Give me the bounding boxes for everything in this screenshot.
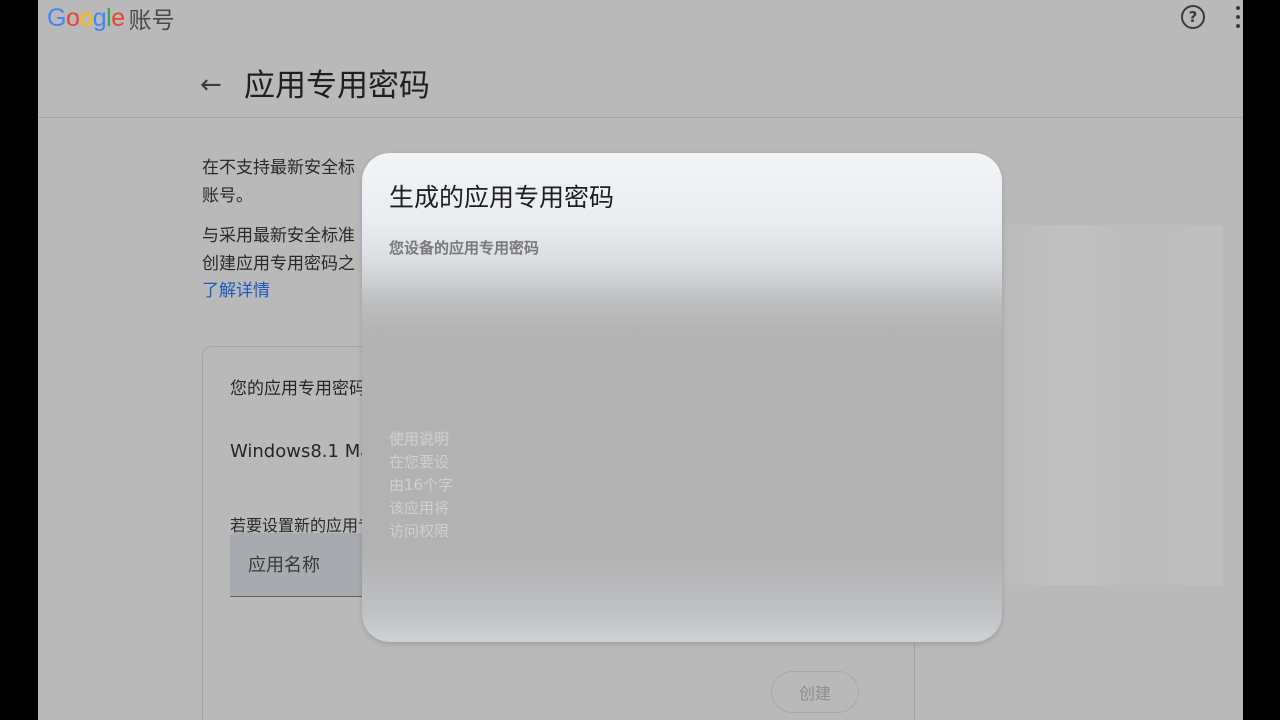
back-arrow-icon[interactable]: ← bbox=[200, 70, 222, 100]
help-icon[interactable]: ? bbox=[1181, 5, 1205, 29]
card-title: 您的应用专用密码 bbox=[230, 379, 366, 399]
app-password-entry[interactable]: Windows8.1 Mail bbox=[230, 441, 381, 462]
instruction-line: 该应用将 bbox=[389, 499, 450, 517]
dialog-subtitle: 您设备的应用专用密码 bbox=[389, 239, 540, 257]
more-options-icon[interactable] bbox=[1234, 6, 1242, 28]
instruction-line: 由16个字 bbox=[389, 476, 454, 494]
blurred-background-area bbox=[1003, 225, 1223, 585]
app-window: Google 账号 ? ← 应用专用密码 在不支持最新安全标 账号。 与采用最新… bbox=[38, 0, 1243, 720]
intro-line: 在不支持最新安全标 bbox=[202, 158, 355, 178]
dialog-title: 生成的应用专用密码 bbox=[389, 183, 615, 212]
intro-line: 创建应用专用密码之 bbox=[202, 254, 355, 274]
header-divider bbox=[38, 117, 1243, 118]
generated-password-dialog: 生成的应用专用密码 您设备的应用专用密码 使用说明 在您要设 由16个字 该应用… bbox=[362, 153, 1002, 642]
create-button[interactable]: 创建 bbox=[771, 671, 859, 713]
page-title: 应用专用密码 bbox=[244, 68, 430, 104]
account-label: 账号 bbox=[128, 8, 175, 34]
usage-instructions: 使用说明 在您要设 由16个字 该应用将 访问权限 bbox=[389, 428, 479, 543]
instruction-line: 访问权限 bbox=[389, 522, 450, 540]
instruction-line: 在您要设 bbox=[389, 453, 450, 471]
instructions-heading: 使用说明 bbox=[389, 430, 450, 448]
google-account-logo[interactable]: Google 账号 bbox=[47, 2, 175, 35]
google-logo: Google bbox=[47, 3, 125, 32]
intro-line: 与采用最新安全标准 bbox=[202, 226, 355, 246]
intro-line: 账号。 bbox=[202, 186, 253, 206]
